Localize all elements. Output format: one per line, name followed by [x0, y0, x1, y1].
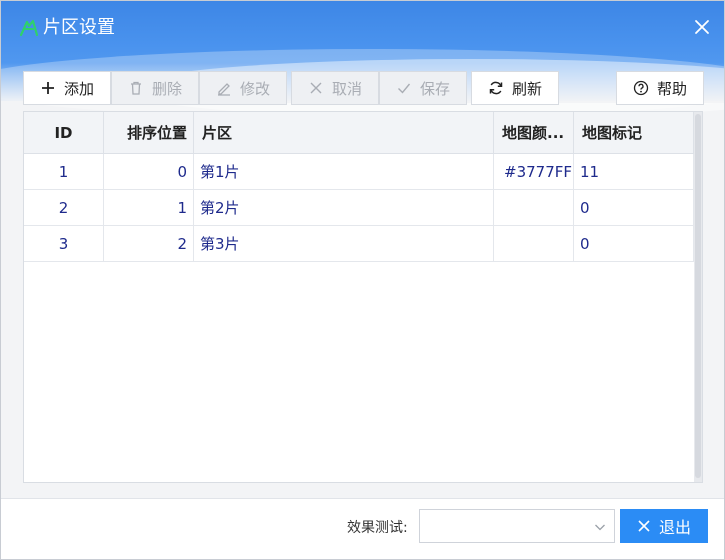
help-button[interactable]: 帮助: [616, 71, 704, 105]
cell-id: 3: [24, 226, 104, 262]
pencil-icon: [217, 83, 230, 96]
zone-table: ID 排序位置 片区 地图颜... 地图标记 1 0 第1片 #3777FF 1…: [23, 111, 703, 483]
delete-button[interactable]: 删除: [111, 71, 199, 105]
table-row[interactable]: 3 2 第3片 0: [24, 226, 694, 262]
cancel-button[interactable]: 取消: [291, 71, 379, 105]
column-header-area[interactable]: 片区: [194, 112, 494, 154]
cell-id: 2: [24, 190, 104, 226]
column-header-map-marker[interactable]: 地图标记: [574, 112, 694, 154]
x-icon: [310, 82, 322, 94]
exit-button[interactable]: 退出: [620, 509, 708, 543]
cell-id: 1: [24, 154, 104, 190]
vertical-scrollbar[interactable]: [694, 112, 702, 482]
close-icon: [638, 520, 650, 532]
table-header: ID 排序位置 片区 地图颜... 地图标记: [24, 112, 694, 154]
add-button-label: 添加: [63, 79, 94, 98]
check-icon: [397, 83, 411, 94]
zone-settings-dialog: 片区设置 添加 删除 修改 取消 保存 刷新 帮助 ID 排序位置 片区 地图颜…: [0, 0, 725, 560]
cell-map-color: [494, 226, 574, 262]
dialog-title: 片区设置: [43, 17, 115, 38]
cell-map-marker: 11: [574, 154, 694, 190]
column-header-sort[interactable]: 排序位置: [104, 112, 194, 154]
effect-test-select[interactable]: [419, 509, 615, 543]
scrollbar-thumb[interactable]: [695, 114, 701, 478]
cancel-button-label: 取消: [331, 79, 362, 98]
column-header-map-color[interactable]: 地图颜...: [494, 112, 574, 154]
table-row[interactable]: 2 1 第2片 0: [24, 190, 694, 226]
cell-area: 第1片: [194, 154, 494, 190]
effect-test-label: 效果测试:: [347, 520, 408, 536]
cell-map-marker: 0: [574, 190, 694, 226]
column-header-id[interactable]: ID: [24, 112, 104, 154]
exit-button-label: 退出: [658, 518, 691, 537]
cell-sort: 1: [104, 190, 194, 226]
add-button[interactable]: 添加: [23, 71, 111, 105]
cell-sort: 0: [104, 154, 194, 190]
delete-button-label: 删除: [151, 79, 182, 98]
table-row[interactable]: 1 0 第1片 #3777FF 11: [24, 154, 694, 190]
help-icon: [633, 80, 649, 96]
cell-map-color: #3777FF: [494, 154, 574, 190]
save-button-label: 保存: [419, 79, 450, 98]
edit-button-label: 修改: [239, 79, 270, 98]
refresh-button-label: 刷新: [511, 79, 542, 98]
app-logo-icon: [19, 19, 39, 37]
close-icon[interactable]: [689, 14, 715, 40]
cell-map-color: [494, 190, 574, 226]
save-button[interactable]: 保存: [379, 71, 467, 105]
cell-map-marker: 0: [574, 226, 694, 262]
cell-area: 第3片: [194, 226, 494, 262]
edit-button[interactable]: 修改: [199, 71, 287, 105]
cell-sort: 2: [104, 226, 194, 262]
help-button-label: 帮助: [656, 79, 687, 98]
refresh-icon: [489, 81, 503, 95]
chevron-down-icon: [595, 524, 605, 531]
trash-icon: [130, 81, 141, 95]
plus-icon: [41, 82, 54, 94]
cell-area: 第2片: [194, 190, 494, 226]
refresh-button[interactable]: 刷新: [471, 71, 559, 105]
